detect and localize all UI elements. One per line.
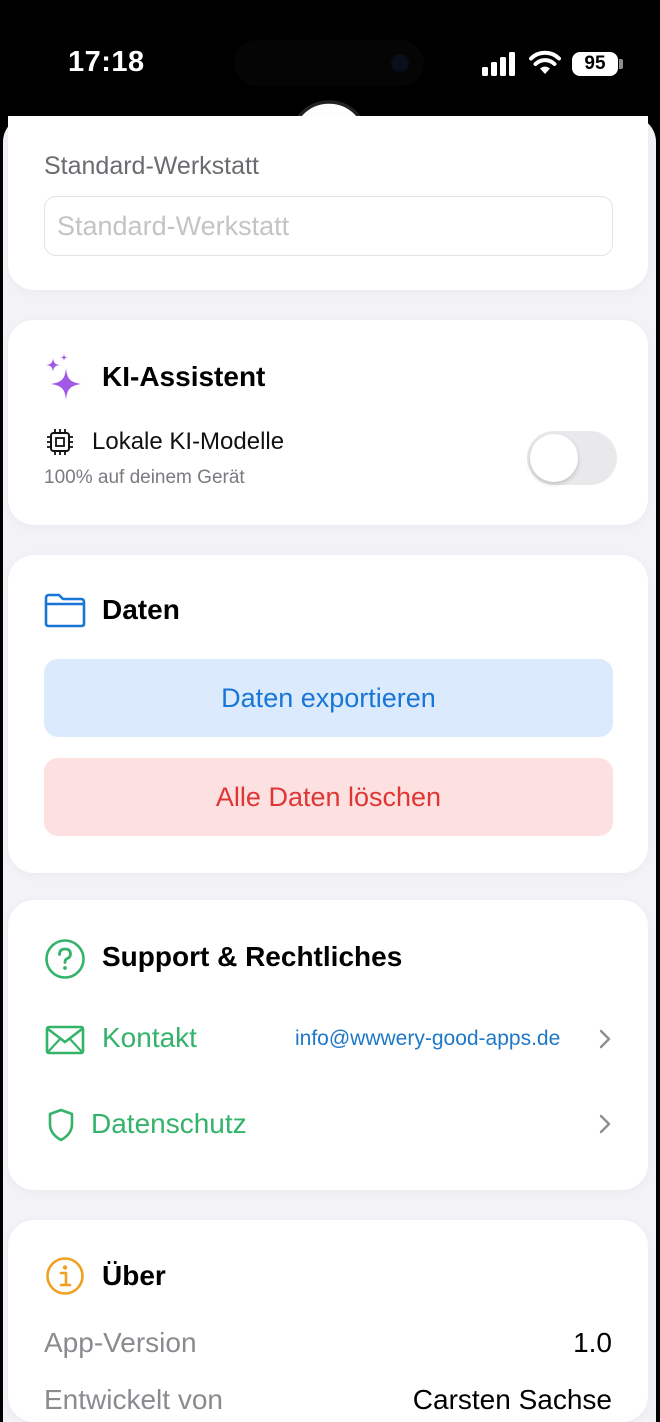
export-data-button[interactable]: Daten exportieren xyxy=(44,659,613,737)
support-title: Support & Rechtliches xyxy=(102,941,403,972)
chevron-right-icon xyxy=(599,1114,611,1134)
battery-icon: 95 xyxy=(572,52,618,76)
sparkles-icon xyxy=(46,354,81,400)
chevron-right-icon xyxy=(599,1029,611,1049)
workshop-label: Standard-Werkstatt xyxy=(44,152,259,180)
shield-icon xyxy=(48,1108,74,1142)
wifi-icon xyxy=(529,50,561,74)
local-models-subtitle: 100% auf deinem Gerät xyxy=(44,467,245,488)
folder-icon xyxy=(44,593,86,628)
ai-card xyxy=(8,320,648,525)
about-title: Über xyxy=(102,1260,166,1291)
camera-dot xyxy=(391,54,409,72)
envelope-icon xyxy=(45,1025,85,1055)
privacy-label: Datenschutz xyxy=(91,1108,247,1139)
status-time: 17:18 xyxy=(68,46,145,78)
info-icon xyxy=(46,1257,84,1295)
contact-email: info@wwwery-good-apps.de xyxy=(295,1027,561,1050)
local-models-label: Lokale KI-Modelle xyxy=(92,428,285,455)
delete-all-data-button[interactable]: Alle Daten löschen xyxy=(44,758,613,836)
developer-value: Carsten Sachse xyxy=(412,1384,612,1415)
developer-label: Entwickelt von xyxy=(44,1384,223,1415)
app-version-label: App-Version xyxy=(44,1327,197,1358)
local-models-toggle[interactable] xyxy=(527,431,617,485)
toggle-knob xyxy=(530,434,578,482)
app-version-value: 1.0 xyxy=(573,1327,612,1358)
contact-label: Kontakt xyxy=(102,1022,197,1053)
question-icon xyxy=(45,939,85,979)
signal-icon xyxy=(482,52,515,76)
cpu-icon xyxy=(47,429,73,455)
data-title: Daten xyxy=(102,594,180,625)
battery-cap xyxy=(619,59,623,69)
workshop-input[interactable] xyxy=(44,196,613,256)
ai-title: KI-Assistent xyxy=(102,361,266,392)
